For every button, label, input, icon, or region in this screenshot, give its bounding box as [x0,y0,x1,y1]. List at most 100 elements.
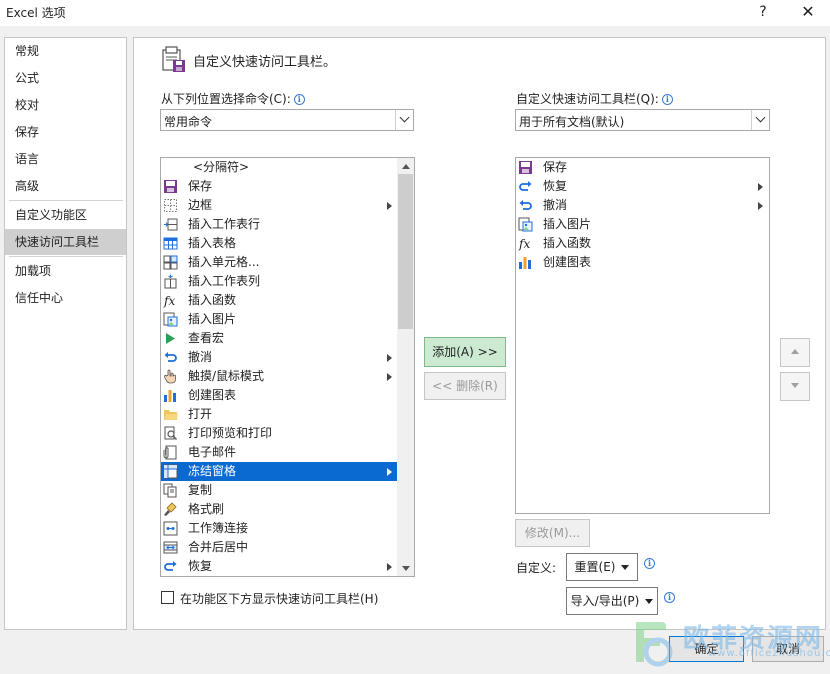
list-item-label: 插入函数 [188,293,237,307]
list-item-label: 触摸/鼠标模式 [188,369,265,383]
submenu-arrow-icon [387,354,392,362]
sidebar-item-language[interactable]: 语言 [5,146,126,172]
macro-icon [163,331,178,346]
section-heading: 自定义快速访问工具栏。 [193,55,337,70]
sidebar-item-advanced[interactable]: 高级 [5,173,126,199]
picture-icon [163,312,178,327]
sidebar-item-trust-center[interactable]: 信任中心 [5,285,126,311]
list-item-label: 打开 [188,407,213,421]
list-item[interactable]: 保存 [516,158,769,177]
chevron-down-icon[interactable] [751,110,769,130]
redo-icon [163,559,178,574]
list-item[interactable]: 插入图片 [161,310,398,329]
sidebar-item-proofing[interactable]: 校对 [5,92,126,118]
list-item[interactable]: 保存 [161,177,398,196]
quick-access-toolbar-icon [162,46,185,72]
sidebar-item-formulas[interactable]: 公式 [5,65,126,91]
list-item-label: 复制 [188,483,213,497]
scroll-thumb[interactable] [398,174,413,329]
reset-button[interactable]: 重置(E) [566,553,638,581]
list-item-label: <分隔符> [193,160,250,174]
help-button[interactable]: ? [752,2,774,22]
list-item-label: 创建图表 [543,255,592,269]
email-icon [163,445,178,460]
list-item[interactable]: 边框 [161,196,398,215]
chevron-down-icon[interactable] [395,110,413,130]
scroll-down-icon[interactable] [397,560,414,576]
import-export-label: 导入/导出(P) [570,594,640,608]
move-down-button[interactable] [780,372,810,401]
list-item-label: 插入工作表行 [188,217,261,231]
list-item-label: 查看宏 [188,331,225,345]
list-item-label: 恢复 [188,559,213,573]
list-item[interactable]: 打开 [161,405,398,424]
add-button[interactable]: 添加(A) >> [424,337,506,367]
list-item[interactable]: 插入工作表列 [161,272,398,291]
sidebar-item-general[interactable]: 常规 [5,38,126,64]
list-item[interactable]: 插入图片 [516,215,769,234]
import-export-button[interactable]: 导入/导出(P) [566,587,658,615]
sidebar-item-save[interactable]: 保存 [5,119,126,145]
function-icon: fx [163,293,178,308]
sidebar-item-quick-access-toolbar[interactable]: 快速访问工具栏 [5,229,126,255]
list-item[interactable]: fx 插入函数 [161,291,398,310]
list-item[interactable]: 合并后居中 [161,538,398,557]
list-item[interactable]: 插入表格 [161,234,398,253]
show-below-ribbon-label[interactable]: 在功能区下方显示快速访问工具栏(H) [180,590,378,607]
list-item[interactable]: 恢复 [516,177,769,196]
list-item[interactable]: 冻结窗格 [161,462,398,481]
open-folder-icon [163,407,178,422]
list-item[interactable]: 触摸/鼠标模式 [161,367,398,386]
arrow-up-icon [791,349,799,354]
available-commands-list[interactable]: <分隔符> 保存 边框插入工作表行插入表格 插入单元格... 插入工作表列 fx 插入函数插… [160,157,415,577]
watermark-url: www.officezhushou.com [708,648,830,659]
list-item[interactable]: 撤消 [516,196,769,215]
list-item[interactable]: 插入单元格... [161,253,398,272]
move-up-button[interactable] [780,338,810,367]
list-item-label: 插入图片 [188,312,237,326]
list-item-label: 插入图片 [543,217,592,231]
list-item-label: 冻结窗格 [188,464,237,478]
list-item[interactable]: 创建图表 [516,253,769,272]
close-button[interactable]: ✕ [796,2,820,22]
list-item[interactable]: 查看宏 [161,329,398,348]
info-icon: i [661,94,673,105]
submenu-arrow-icon [387,202,392,210]
choose-commands-combo[interactable]: 常用命令 [160,109,414,131]
modify-button[interactable]: 修改(M)... [515,519,590,547]
title-bar [0,0,830,26]
list-item[interactable]: 格式刷 [161,500,398,519]
reset-button-label: 重置(E) [574,560,616,574]
list-item-label: 工作簿连接 [188,521,249,535]
sidebar-divider [9,200,123,201]
list-item[interactable]: 电子邮件 [161,443,398,462]
list-item[interactable]: 插入工作表行 [161,215,398,234]
list-item[interactable]: 复制 [161,481,398,500]
list-item-label: 电子邮件 [188,445,237,459]
sidebar-item-add-ins[interactable]: 加载项 [5,258,126,284]
watermark-logo-icon [636,622,673,667]
list-item[interactable]: 打印预览和打印 [161,424,398,443]
list-item[interactable]: 撤消 [161,348,398,367]
insert-column-icon [163,274,178,289]
show-below-ribbon-checkbox[interactable] [161,591,174,604]
svg-text:fx: fx [163,294,175,308]
list-item[interactable]: 工作簿连接 [161,519,398,538]
choose-commands-value: 常用命令 [164,115,213,129]
commands-scrollbar[interactable] [397,158,414,576]
remove-button[interactable]: << 删除(R) [424,372,506,400]
toolbar-commands-list[interactable]: 保存 恢复撤消插入图片 fx 插入函数创建图表 [515,157,770,514]
toolbar-scope-combo[interactable]: 用于所有文档(默认) [515,109,770,131]
list-item[interactable]: 恢复 [161,557,398,576]
list-item[interactable]: 创建图表 [161,386,398,405]
choose-commands-label-text: 从下列位置选择命令(C): [161,92,291,106]
scroll-up-icon[interactable] [397,158,414,174]
chart-icon [163,388,178,403]
sidebar-item-customize-ribbon[interactable]: 自定义功能区 [5,202,126,228]
list-item[interactable]: <分隔符> [161,158,398,177]
info-icon: i [664,592,675,603]
window-title: Excel 选项 [6,6,66,20]
list-item-label: 撤消 [543,198,568,212]
dropdown-caret-icon [645,599,654,604]
list-item[interactable]: fx 插入函数 [516,234,769,253]
